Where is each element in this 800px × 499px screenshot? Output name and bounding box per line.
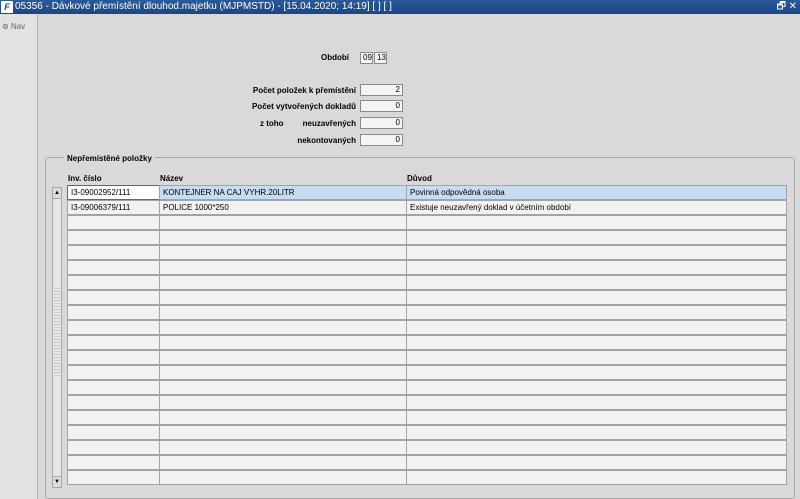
neuzavrenych-label: neuzavřených bbox=[302, 119, 356, 128]
row-inv-cislo-cell[interactable] bbox=[67, 425, 160, 440]
row-duvod-cell[interactable] bbox=[406, 365, 787, 380]
row-nazev-cell[interactable] bbox=[159, 455, 407, 470]
app-icon: F bbox=[1, 1, 13, 13]
column-header-duvod: Důvod bbox=[407, 174, 432, 183]
row-nazev-cell[interactable]: KONTEJNER NA CAJ VYHR.20LITR bbox=[159, 185, 407, 200]
row-inv-cislo-cell[interactable] bbox=[67, 380, 160, 395]
row-nazev-cell[interactable] bbox=[159, 470, 407, 485]
row-inv-cislo-cell[interactable] bbox=[67, 260, 160, 275]
row-duvod-cell[interactable] bbox=[406, 455, 787, 470]
row-duvod-cell[interactable] bbox=[406, 410, 787, 425]
row-duvod-cell[interactable] bbox=[406, 275, 787, 290]
row-nazev-cell[interactable] bbox=[159, 395, 407, 410]
row-nazev-cell[interactable] bbox=[159, 440, 407, 455]
ztoho-label: z toho bbox=[260, 119, 284, 128]
row-inv-cislo-cell[interactable] bbox=[67, 455, 160, 470]
row-nazev-cell[interactable]: POLICE 1000*250 bbox=[159, 200, 407, 215]
pocet-dokladu-field: 0 bbox=[360, 100, 403, 112]
row-inv-cislo-cell[interactable] bbox=[67, 320, 160, 335]
scroll-down-icon[interactable]: ▼ bbox=[53, 476, 61, 487]
row-duvod-cell[interactable] bbox=[406, 425, 787, 440]
row-duvod-cell[interactable] bbox=[406, 305, 787, 320]
row-inv-cislo-cell[interactable] bbox=[67, 245, 160, 260]
row-duvod-cell[interactable]: Existuje neuzavřený doklad v účetním obd… bbox=[406, 200, 787, 215]
window-title: 05356 - Dávkové přemístění dlouhod.majet… bbox=[15, 1, 392, 12]
row-duvod-cell[interactable] bbox=[406, 470, 787, 485]
pocet-polozek-label: Počet položek k přemístění bbox=[252, 86, 356, 95]
close-icon[interactable]: ✕ bbox=[789, 1, 797, 13]
row-nazev-cell[interactable] bbox=[159, 290, 407, 305]
row-nazev-cell[interactable] bbox=[159, 230, 407, 245]
column-header-nazev: Název bbox=[160, 174, 184, 183]
nav-icon: ⊚ bbox=[2, 22, 9, 31]
row-duvod-cell[interactable] bbox=[406, 260, 787, 275]
navigation-pane: ⊚ Nav bbox=[0, 14, 38, 499]
row-inv-cislo-cell[interactable] bbox=[67, 215, 160, 230]
group-title: Nepřemístěné položky bbox=[64, 153, 155, 164]
nekontovanych-field: 0 bbox=[360, 134, 403, 146]
row-inv-cislo-cell[interactable] bbox=[67, 275, 160, 290]
row-inv-cislo-cell[interactable] bbox=[67, 410, 160, 425]
row-duvod-cell[interactable]: Povinná odpovědná osoba bbox=[406, 185, 787, 200]
row-duvod-cell[interactable] bbox=[406, 335, 787, 350]
scroll-up-icon[interactable]: ▲ bbox=[53, 188, 61, 199]
row-inv-cislo-cell[interactable] bbox=[67, 470, 160, 485]
row-inv-cislo-cell[interactable] bbox=[67, 335, 160, 350]
obdobi-month-field[interactable]: 09 bbox=[360, 52, 373, 64]
row-nazev-cell[interactable] bbox=[159, 305, 407, 320]
nav-button[interactable]: ⊚ Nav bbox=[2, 22, 25, 31]
row-inv-cislo-cell[interactable] bbox=[67, 365, 160, 380]
row-nazev-cell[interactable] bbox=[159, 365, 407, 380]
row-duvod-cell[interactable] bbox=[406, 290, 787, 305]
form-area: Období 09 13 Počet položek k přemístění … bbox=[38, 14, 800, 499]
row-duvod-cell[interactable] bbox=[406, 380, 787, 395]
row-nazev-cell[interactable] bbox=[159, 260, 407, 275]
row-nazev-cell[interactable] bbox=[159, 380, 407, 395]
row-duvod-cell[interactable] bbox=[406, 440, 787, 455]
obdobi-label: Období bbox=[321, 53, 349, 62]
row-duvod-cell[interactable] bbox=[406, 215, 787, 230]
row-duvod-cell[interactable] bbox=[406, 320, 787, 335]
window-titlebar: F 05356 - Dávkové přemístění dlouhod.maj… bbox=[0, 0, 800, 14]
row-duvod-cell[interactable] bbox=[406, 350, 787, 365]
row-duvod-cell[interactable] bbox=[406, 395, 787, 410]
nekontovanych-label: nekontovaných bbox=[297, 136, 356, 145]
row-nazev-cell[interactable] bbox=[159, 425, 407, 440]
row-nazev-cell[interactable] bbox=[159, 215, 407, 230]
row-inv-cislo-cell[interactable] bbox=[67, 350, 160, 365]
row-inv-cislo-cell[interactable] bbox=[67, 440, 160, 455]
restore-icon[interactable]: 🗗 bbox=[777, 1, 786, 13]
row-duvod-cell[interactable] bbox=[406, 245, 787, 260]
row-duvod-cell[interactable] bbox=[406, 230, 787, 245]
row-nazev-cell[interactable] bbox=[159, 410, 407, 425]
row-nazev-cell[interactable] bbox=[159, 275, 407, 290]
row-inv-cislo-cell[interactable] bbox=[67, 305, 160, 320]
grid-scrollbar[interactable]: ▲ ▼ bbox=[52, 187, 62, 488]
row-nazev-cell[interactable] bbox=[159, 335, 407, 350]
row-inv-cislo-cell[interactable] bbox=[67, 290, 160, 305]
nav-label: Nav bbox=[10, 22, 26, 31]
row-inv-cislo-cell[interactable]: I3-09006379/111 bbox=[67, 200, 160, 215]
row-inv-cislo-cell[interactable]: I3-09002952/111 bbox=[67, 185, 160, 200]
pocet-dokladu-label: Počet vytvořených dokladů bbox=[251, 102, 356, 111]
pocet-polozek-field: 2 bbox=[360, 84, 403, 96]
scroll-grip[interactable] bbox=[54, 288, 60, 378]
column-header-inv-cislo: Inv. číslo bbox=[68, 174, 102, 183]
row-inv-cislo-cell[interactable] bbox=[67, 230, 160, 245]
row-inv-cislo-cell[interactable] bbox=[67, 395, 160, 410]
neuzavrenych-field: 0 bbox=[360, 117, 403, 129]
row-nazev-cell[interactable] bbox=[159, 245, 407, 260]
obdobi-year-field[interactable]: 13 bbox=[374, 52, 387, 64]
row-nazev-cell[interactable] bbox=[159, 320, 407, 335]
row-nazev-cell[interactable] bbox=[159, 350, 407, 365]
